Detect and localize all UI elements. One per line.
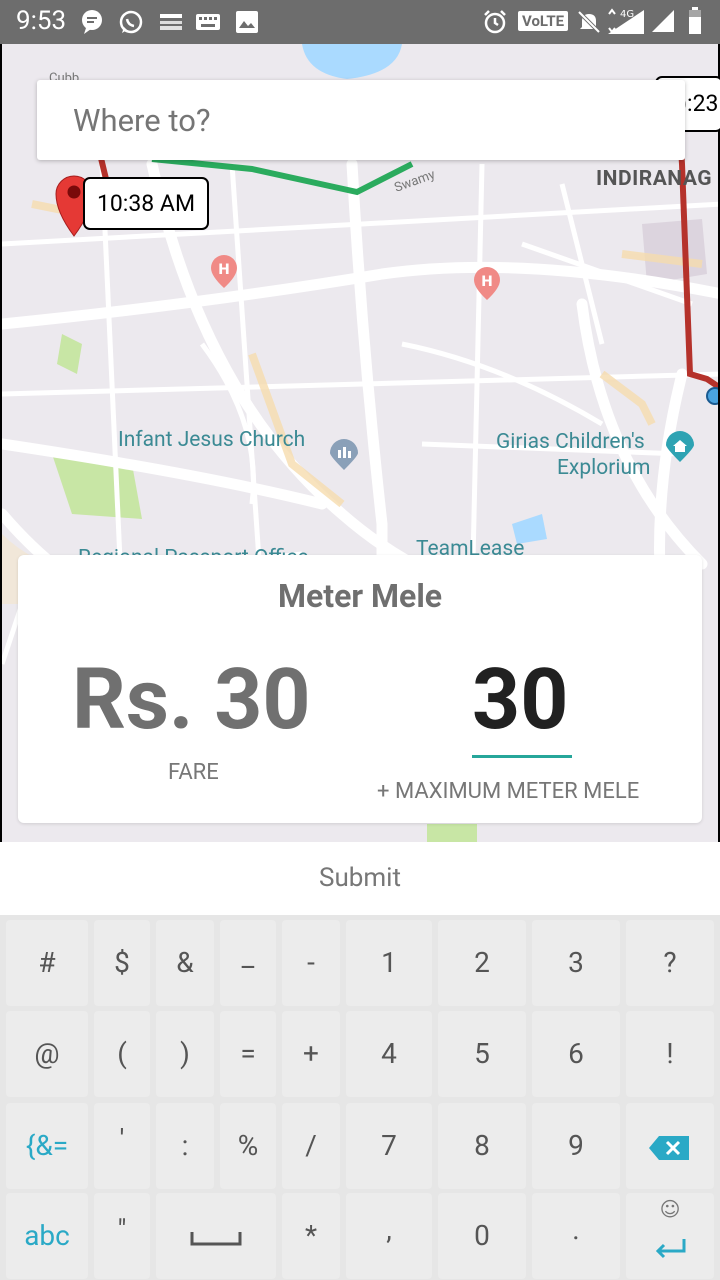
key-question[interactable]: ? <box>626 920 714 1006</box>
key-8[interactable]: 8 <box>438 1103 526 1189</box>
key-minus[interactable]: - <box>282 920 340 1006</box>
battery-icon <box>688 7 702 39</box>
destination-search-placeholder: Where to? <box>73 102 211 139</box>
key-backspace[interactable] <box>626 1103 714 1189</box>
alarm-icon <box>482 9 508 39</box>
key-space[interactable] <box>156 1193 276 1279</box>
keyboard-icon <box>196 14 220 34</box>
meter-mele-card: Meter Mele Rs. 30 FARE 30 + MAXIMUM METE… <box>18 555 702 823</box>
key-3[interactable]: 3 <box>532 920 620 1006</box>
key-paren-open[interactable]: ( <box>94 1011 150 1097</box>
key-comma[interactable]: , <box>346 1193 432 1279</box>
key-percent[interactable]: % <box>220 1103 276 1189</box>
card-title: Meter Mele <box>277 577 443 615</box>
submit-bar: Submit <box>0 842 720 915</box>
message-icon <box>80 9 104 39</box>
key-more-symbols[interactable]: {&= <box>6 1103 88 1189</box>
map-label-indiranagar: INDIRANAG <box>596 167 713 191</box>
key-underscore[interactable]: _ <box>220 920 276 1006</box>
map-label-girias-line1: Girias Children's <box>496 430 645 454</box>
key-apostrophe[interactable]: ' <box>94 1103 150 1189</box>
maximum-meter-label: + MAXIMUM METER MELE <box>377 779 640 804</box>
key-5[interactable]: 5 <box>438 1011 526 1097</box>
key-colon[interactable]: : <box>156 1103 214 1189</box>
map-label-infant-jesus-church: Infant Jesus Church <box>118 428 306 452</box>
key-asterisk[interactable]: * <box>282 1193 340 1279</box>
key-0[interactable]: 0 <box>438 1193 526 1279</box>
key-6[interactable]: 6 <box>532 1011 620 1097</box>
svg-text:H: H <box>218 262 230 278</box>
key-dollar[interactable]: $ <box>94 920 150 1006</box>
enter-icon <box>655 1239 686 1259</box>
whatsapp-icon <box>118 9 144 39</box>
map-label-girias-line2: Explorium <box>557 456 651 480</box>
mute-icon <box>576 9 602 39</box>
key-plus[interactable]: + <box>282 1011 340 1097</box>
key-exclamation[interactable]: ! <box>626 1011 714 1097</box>
key-1[interactable]: 1 <box>346 920 432 1006</box>
key-paren-close[interactable]: ) <box>156 1011 214 1097</box>
key-2[interactable]: 2 <box>438 920 526 1006</box>
pickup-time-bubble: 10:38 AM <box>83 177 209 230</box>
maximum-meter-input[interactable]: 30 <box>472 650 568 749</box>
status-bar: 9:53 VoLTE 4G <box>0 0 720 44</box>
destination-search-box[interactable]: Where to? <box>37 80 685 160</box>
signal-icon <box>650 8 676 38</box>
key-abc[interactable]: abc <box>6 1193 88 1279</box>
image-icon <box>236 11 258 37</box>
fare-value: Rs. 30 <box>72 650 311 749</box>
svg-text:H: H <box>481 274 493 290</box>
submit-button[interactable]: Submit <box>0 842 720 915</box>
key-9[interactable]: 9 <box>532 1103 620 1189</box>
emoji-icon: ☺ <box>659 1197 681 1221</box>
volte-badge: VoLTE <box>518 11 569 31</box>
key-at[interactable]: @ <box>6 1011 88 1097</box>
amazon-icon <box>158 12 184 38</box>
key-enter[interactable]: ☺ <box>626 1193 714 1279</box>
space-bar-icon <box>190 1231 242 1246</box>
key-slash[interactable]: / <box>282 1103 340 1189</box>
symbol-keyboard: # $ & _ -1 2 3? @() = +4 5 6! {&= ':%/7 8 9 abc " *, 0. ☺ <box>0 915 720 1280</box>
key-hash[interactable]: # <box>6 920 88 1006</box>
backspace-icon <box>649 1135 689 1160</box>
status-time: 9:53 <box>16 6 67 36</box>
key-7[interactable]: 7 <box>346 1103 432 1189</box>
key-quote[interactable]: " <box>94 1193 150 1279</box>
fare-label: FARE <box>168 760 219 785</box>
signal-4g-icon: 4G <box>606 8 646 40</box>
key-ampersand[interactable]: & <box>156 920 214 1006</box>
key-period[interactable]: . <box>532 1193 620 1279</box>
key-equals[interactable]: = <box>220 1011 276 1097</box>
meter-input-underline <box>472 755 572 758</box>
key-4[interactable]: 4 <box>346 1011 432 1097</box>
